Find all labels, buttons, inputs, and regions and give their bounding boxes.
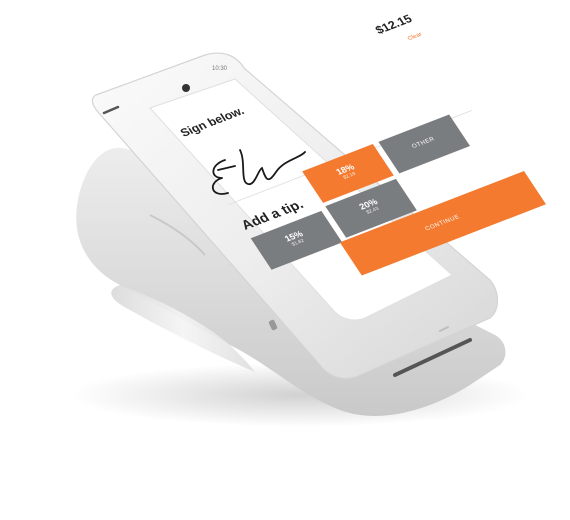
camera-dot [182, 84, 190, 92]
product-photo: $12.15 Sign below. Clear Add a tip. 15% … [0, 0, 570, 520]
tip-option-other[interactable]: OTHER [378, 114, 471, 174]
tip-other-label: OTHER [411, 136, 437, 150]
clear-signature-link[interactable]: Clear [407, 32, 424, 42]
status-time: 10:30 [212, 66, 228, 72]
